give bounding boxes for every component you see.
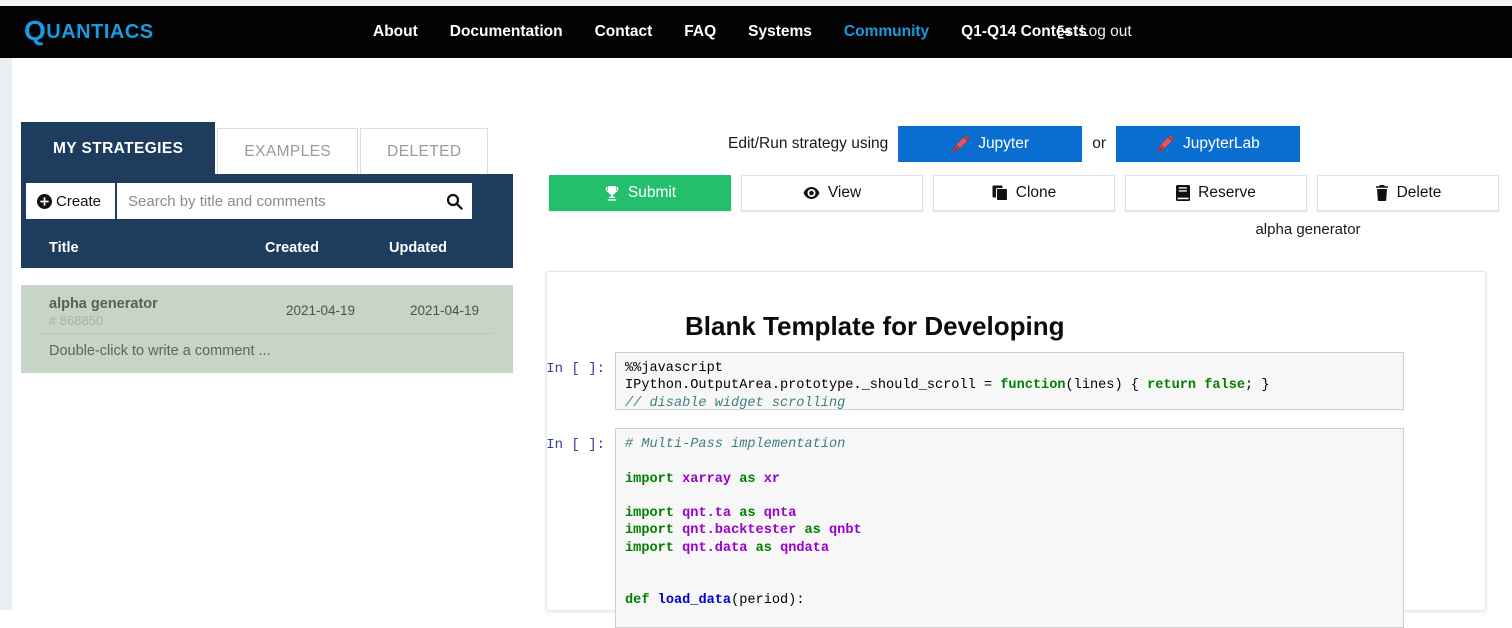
clone-button-label: Clone <box>1016 184 1057 202</box>
logo-wordmark: UANTIACS <box>46 21 153 43</box>
sign-out-icon <box>1057 24 1073 40</box>
jupyter-button[interactable]: 🖍️ Jupyter <box>898 126 1082 162</box>
search-field-wrapper <box>117 183 472 219</box>
submit-button-label: Submit <box>628 184 676 202</box>
create-button[interactable]: Create <box>26 183 115 219</box>
cell-prompt-1: In [ ]: <box>537 352 615 410</box>
reserve-button-label: Reserve <box>1198 184 1256 202</box>
tab-deleted[interactable]: DELETED <box>360 128 488 174</box>
copy-icon <box>992 185 1008 201</box>
strategies-panel-header: Create Title Created Updated <box>21 174 513 268</box>
clone-button[interactable]: Clone <box>933 175 1115 211</box>
logo-capital-letter: Q <box>24 15 46 46</box>
plus-circle-icon <box>37 194 52 209</box>
top-navigation-bar: QUANTIACS About Documentation Contact FA… <box>0 6 1512 58</box>
pencil-icon: 🖍️ <box>1156 135 1175 153</box>
delete-button-label: Delete <box>1397 184 1442 202</box>
trophy-icon <box>604 185 620 201</box>
nav-links: About Documentation Contact FAQ Systems … <box>373 6 1087 58</box>
view-button[interactable]: View <box>741 175 923 211</box>
book-icon <box>1176 185 1190 201</box>
left-edge-rail <box>0 58 12 610</box>
strategy-title: alpha generator <box>49 296 158 312</box>
cell-code-1[interactable]: %%javascript IPython.OutputArea.prototyp… <box>615 352 1404 410</box>
nav-item-about[interactable]: About <box>373 23 418 41</box>
cell-code-2[interactable]: # Multi-Pass implementation import xarra… <box>615 428 1404 628</box>
search-row: Create <box>26 183 472 219</box>
view-button-label: View <box>828 184 861 202</box>
notebook-cell-2[interactable]: In [ ]: # Multi-Pass implementation impo… <box>537 428 1404 628</box>
create-button-label: Create <box>56 193 101 210</box>
strategy-comment-placeholder[interactable]: Double-click to write a comment ... <box>49 343 271 359</box>
search-input[interactable] <box>118 184 471 218</box>
reserve-button[interactable]: Reserve <box>1125 175 1307 211</box>
strategy-list-item[interactable]: alpha generator # 868850 2021-04-19 2021… <box>21 285 513 373</box>
nav-item-systems[interactable]: Systems <box>748 23 812 41</box>
logout-label: Log out <box>1080 23 1132 41</box>
strategy-id: # 868850 <box>49 313 103 328</box>
current-strategy-name-row: alpha generator <box>549 221 1499 238</box>
nav-item-faq[interactable]: FAQ <box>684 23 716 41</box>
strategies-tab-bar: MY STRATEGIES EXAMPLES DELETED <box>21 122 488 174</box>
notebook-cell-1[interactable]: In [ ]: %%javascript IPython.OutputArea.… <box>537 352 1404 410</box>
jupyter-button-label: Jupyter <box>978 135 1029 153</box>
search-icon[interactable] <box>446 193 463 210</box>
nav-item-contact[interactable]: Contact <box>595 23 653 41</box>
trash-icon <box>1375 185 1389 201</box>
current-strategy-name: alpha generator <box>1217 221 1399 238</box>
strategy-action-buttons: Submit View Clone Reserve Delete <box>549 175 1499 211</box>
edit-run-row: Edit/Run strategy using 🖍️ Jupyter or 🖍️… <box>728 126 1300 162</box>
cell-prompt-2: In [ ]: <box>537 428 615 628</box>
or-label: or <box>1092 135 1106 153</box>
logout-button[interactable]: Log out <box>1057 6 1132 58</box>
strategy-updated-date: 2021-04-19 <box>410 303 479 318</box>
jupyterlab-button-label: JupyterLab <box>1183 135 1260 153</box>
strategy-created-date: 2021-04-19 <box>286 303 355 318</box>
pencil-icon: 🖍️ <box>952 135 971 153</box>
quantiacs-logo[interactable]: QUANTIACS <box>24 19 154 44</box>
column-header-updated: Updated <box>389 240 447 256</box>
tab-examples[interactable]: EXAMPLES <box>217 128 358 174</box>
jupyterlab-button[interactable]: 🖍️ JupyterLab <box>1116 126 1300 162</box>
edit-run-label: Edit/Run strategy using <box>728 135 888 153</box>
column-header-created: Created <box>265 240 319 256</box>
strategy-row-main[interactable]: alpha generator # 868850 2021-04-19 2021… <box>21 285 513 333</box>
nav-item-community[interactable]: Community <box>844 23 929 41</box>
submit-button[interactable]: Submit <box>549 175 731 211</box>
eye-icon <box>803 186 820 200</box>
column-header-title: Title <box>49 240 79 256</box>
strategies-column-headers: Title Created Updated <box>21 232 513 268</box>
row-divider <box>41 333 493 334</box>
nav-item-documentation[interactable]: Documentation <box>450 23 563 41</box>
delete-button[interactable]: Delete <box>1317 175 1499 211</box>
notebook-title: Blank Template for Developing <box>685 311 1064 342</box>
tab-my-strategies[interactable]: MY STRATEGIES <box>21 122 215 174</box>
